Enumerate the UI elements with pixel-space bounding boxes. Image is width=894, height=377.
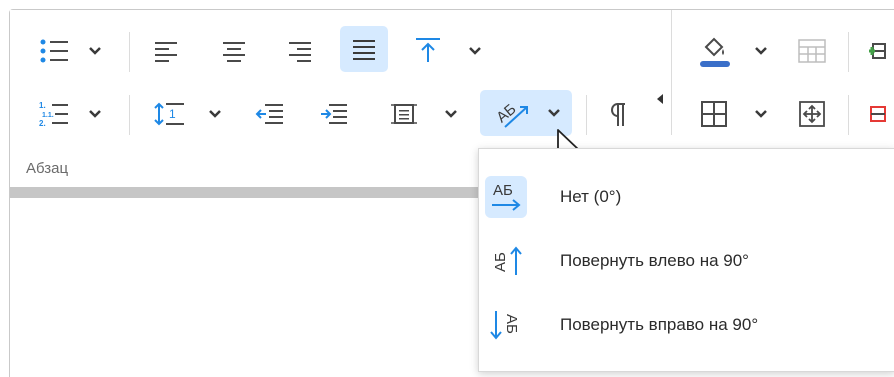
svg-text:1.: 1. [39,101,46,110]
align-right-icon [289,42,311,62]
borders-icon [701,101,727,127]
move-table-button[interactable] [790,95,834,133]
vertical-align-dropdown[interactable] [466,43,484,59]
borders-dropdown[interactable] [752,106,770,122]
chevron-down-icon [89,110,101,118]
move-table-icon [799,101,825,127]
menu-item-rotate-right-90[interactable]: АБ Повернуть вправо на 90° [479,295,894,355]
vertical-align-top-icon [416,38,440,62]
document-ruler-band [10,187,494,198]
text-direction-none-icon: АБ [485,176,527,218]
numbered-list-icon: 1. 1.1. 2. [39,101,68,128]
chevron-down-icon [89,47,101,55]
justify-icon [353,40,375,60]
collapse-group-arrow[interactable] [654,92,666,106]
chevron-down-icon [469,47,481,55]
chevron-down-icon [755,47,767,55]
chevron-down-icon [548,109,560,117]
separator [848,32,849,72]
line-spacing-dropdown[interactable] [206,106,224,122]
table-grid-button[interactable] [790,32,834,70]
numbered-list-dropdown[interactable] [86,106,104,122]
bulleted-list-button[interactable] [30,32,78,70]
chevron-down-icon [755,110,767,118]
svg-text:2.: 2. [39,119,46,128]
separator [129,95,130,135]
bulleted-list-icon [40,39,68,63]
svg-text:1: 1 [169,107,176,121]
text-rotate-right-icon: АБ [485,304,527,346]
triangle-left-icon [657,94,663,104]
text-direction-icon: АБ [493,100,528,128]
table-grid-icon [798,39,826,63]
decrease-indent-button[interactable] [248,95,292,133]
fill-color-button[interactable] [690,28,738,74]
text-direction-glyph: АБ [492,252,509,272]
chevron-down-icon [445,110,457,118]
cell-margins-dropdown[interactable] [442,106,460,122]
align-left-icon [155,42,177,62]
cell-margins-icon [391,104,417,124]
borders-button[interactable] [692,95,736,133]
numbered-list-button[interactable]: 1. 1.1. 2. [30,95,78,133]
group-label-paragraph: Абзац [26,160,69,177]
fill-color-icon [700,37,730,67]
text-direction-glyph: АБ [493,100,519,126]
table-add-icon [869,43,886,59]
justify-button[interactable] [340,26,388,72]
cell-margins-button[interactable] [382,95,426,133]
increase-indent-button[interactable] [312,95,356,133]
pilcrow-icon [611,103,625,126]
show-formatting-marks-button[interactable] [598,95,638,133]
text-direction-menu: АБ Нет (0°) АБ Повернуть влево на 90° АБ… [478,148,894,372]
menu-item-no-rotation[interactable]: АБ Нет (0°) [479,167,894,227]
text-direction-glyph: АБ [493,182,513,199]
menu-item-label: Нет (0°) [560,187,622,206]
line-spacing-button[interactable]: 1 [146,95,194,133]
text-rotate-left-icon: АБ [485,240,527,282]
fill-color-dropdown[interactable] [752,43,770,59]
insert-table-button[interactable] [860,32,894,70]
menu-item-label: Повернуть вправо на 90° [560,315,759,334]
align-center-button[interactable] [212,32,256,70]
table-delete-icon [870,106,886,122]
bulleted-list-dropdown[interactable] [86,43,104,59]
text-direction-glyph: АБ [503,314,520,334]
vertical-align-top-button[interactable] [406,30,450,70]
svg-text:1.1.: 1.1. [42,112,54,119]
separator [671,10,672,135]
decrease-indent-icon [255,104,283,124]
separator [586,95,587,135]
align-right-button[interactable] [278,32,322,70]
chevron-down-icon [209,110,221,118]
menu-item-label: Повернуть влево на 90° [560,251,749,270]
increase-indent-icon [321,104,347,124]
separator [848,95,849,135]
align-center-icon [223,42,245,62]
separator [129,32,130,72]
menu-item-rotate-left-90[interactable]: АБ Повернуть влево на 90° [479,231,894,291]
align-left-button[interactable] [144,32,188,70]
delete-table-button[interactable] [860,95,894,133]
line-spacing-icon: 1 [154,102,184,126]
